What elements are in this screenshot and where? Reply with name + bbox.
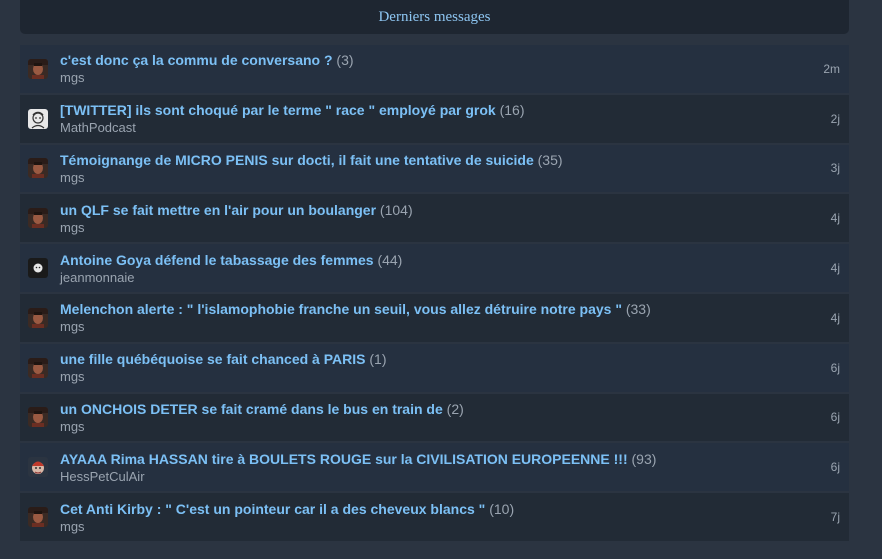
time-ago: 6j <box>830 360 840 375</box>
topic-title-link[interactable]: Cet Anti Kirby : " C'est un pointeur car… <box>60 501 485 517</box>
message-texts: Melenchon alerte : " l'islamophobie fran… <box>60 301 849 334</box>
reply-count: (1) <box>369 351 387 368</box>
topic-title-link[interactable]: c'est donc ça la commu de conversano ? <box>60 52 333 68</box>
avatar-photo-icon[interactable] <box>28 58 48 79</box>
header-title: Derniers messages <box>378 8 491 25</box>
author-name[interactable]: mgs <box>60 70 849 85</box>
message-line: c'est donc ça la commu de conversano ? (… <box>60 52 849 68</box>
avatar-sketch-icon[interactable] <box>28 108 48 129</box>
message-row[interactable]: [TWITTER] ils sont choqué par le terme "… <box>20 94 849 143</box>
avatar-photo-icon[interactable] <box>28 507 48 528</box>
message-row[interactable]: une fille québéquoise se fait chanced à … <box>20 343 849 392</box>
topic-title-link[interactable]: [TWITTER] ils sont choqué par le terme "… <box>60 102 496 118</box>
message-line: une fille québéquoise se fait chanced à … <box>60 351 849 367</box>
message-texts: un ONCHOIS DETER se fait cramé dans le b… <box>60 401 849 434</box>
time-ago: 2j <box>830 111 840 126</box>
author-name[interactable]: mgs <box>60 519 849 534</box>
author-name[interactable]: mgs <box>60 170 849 185</box>
message-row[interactable]: Melenchon alerte : " l'islamophobie fran… <box>20 293 849 342</box>
author-name[interactable]: mgs <box>60 419 849 434</box>
reply-count: (3) <box>336 52 354 69</box>
reply-count: (44) <box>377 251 403 268</box>
message-line: un ONCHOIS DETER se fait cramé dans le b… <box>60 401 849 417</box>
time-ago: 7j <box>830 510 840 525</box>
message-texts: c'est donc ça la commu de conversano ? (… <box>60 52 849 85</box>
message-row[interactable]: Antoine Goya défend le tabassage des fem… <box>20 244 849 292</box>
message-texts: une fille québéquoise se fait chanced à … <box>60 351 849 384</box>
reply-count: (16) <box>499 102 525 119</box>
avatar-photo-icon[interactable] <box>28 407 48 428</box>
reply-count: (33) <box>625 301 651 318</box>
message-line: un QLF se fait mettre en l'air pour un b… <box>60 202 849 218</box>
reply-count: (35) <box>537 151 563 168</box>
reply-count: (10) <box>489 500 515 517</box>
avatar-cartoon-icon[interactable] <box>28 457 48 478</box>
avatar-photo-icon[interactable] <box>28 208 48 229</box>
message-row[interactable]: un QLF se fait mettre en l'air pour un b… <box>20 194 849 243</box>
avatar-photo-icon[interactable] <box>28 158 48 179</box>
message-line: AYAAA Rima HASSAN tire à BOULETS ROUGE s… <box>60 451 849 467</box>
topic-title-link[interactable]: un QLF se fait mettre en l'air pour un b… <box>60 202 376 218</box>
message-row[interactable]: Cet Anti Kirby : " C'est un pointeur car… <box>20 493 849 541</box>
time-ago: 3j <box>830 161 840 176</box>
message-row[interactable]: c'est donc ça la commu de conversano ? (… <box>20 45 849 93</box>
time-ago: 6j <box>830 410 840 425</box>
topic-title-link[interactable]: Témoignange de MICRO PENIS sur docti, il… <box>60 152 534 168</box>
author-name[interactable]: mgs <box>60 220 849 235</box>
time-ago: 2m <box>823 61 840 76</box>
message-texts: AYAAA Rima HASSAN tire à BOULETS ROUGE s… <box>60 451 849 484</box>
message-texts: Cet Anti Kirby : " C'est un pointeur car… <box>60 501 849 534</box>
author-name[interactable]: mgs <box>60 369 849 384</box>
author-name[interactable]: mgs <box>60 319 849 334</box>
reply-count: (93) <box>631 450 657 467</box>
topic-title-link[interactable]: une fille québéquoise se fait chanced à … <box>60 351 365 367</box>
author-name[interactable]: MathPodcast <box>60 120 849 135</box>
author-name[interactable]: HessPetCulAir <box>60 469 849 484</box>
message-row[interactable]: AYAAA Rima HASSAN tire à BOULETS ROUGE s… <box>20 443 849 492</box>
avatar-photo-icon[interactable] <box>28 307 48 328</box>
avatar-dark-icon[interactable] <box>28 258 48 279</box>
message-line: Antoine Goya défend le tabassage des fem… <box>60 252 849 268</box>
message-row[interactable]: un ONCHOIS DETER se fait cramé dans le b… <box>20 393 849 442</box>
message-line: Melenchon alerte : " l'islamophobie fran… <box>60 301 849 317</box>
reply-count: (104) <box>379 201 413 218</box>
time-ago: 4j <box>830 211 840 226</box>
message-line: Cet Anti Kirby : " C'est un pointeur car… <box>60 501 849 517</box>
message-texts: Antoine Goya défend le tabassage des fem… <box>60 252 849 285</box>
message-texts: Témoignange de MICRO PENIS sur docti, il… <box>60 152 849 185</box>
time-ago: 4j <box>830 261 840 276</box>
message-row[interactable]: Témoignange de MICRO PENIS sur docti, il… <box>20 144 849 193</box>
message-line: Témoignange de MICRO PENIS sur docti, il… <box>60 152 849 168</box>
topic-title-link[interactable]: Melenchon alerte : " l'islamophobie fran… <box>60 301 622 317</box>
avatar-photo-icon[interactable] <box>28 357 48 378</box>
topic-title-link[interactable]: Antoine Goya défend le tabassage des fem… <box>60 252 374 268</box>
topic-title-link[interactable]: un ONCHOIS DETER se fait cramé dans le b… <box>60 401 443 417</box>
time-ago: 4j <box>830 310 840 325</box>
message-texts: un QLF se fait mettre en l'air pour un b… <box>60 202 849 235</box>
reply-count: (2) <box>446 400 464 417</box>
topic-title-link[interactable]: AYAAA Rima HASSAN tire à BOULETS ROUGE s… <box>60 451 628 467</box>
message-line: [TWITTER] ils sont choqué par le terme "… <box>60 102 849 118</box>
latest-messages-header: Derniers messages <box>20 0 849 34</box>
author-name[interactable]: jeanmonnaie <box>60 270 849 285</box>
time-ago: 6j <box>830 460 840 475</box>
messages-list: c'est donc ça la commu de conversano ? (… <box>20 45 849 543</box>
message-texts: [TWITTER] ils sont choqué par le terme "… <box>60 102 849 135</box>
